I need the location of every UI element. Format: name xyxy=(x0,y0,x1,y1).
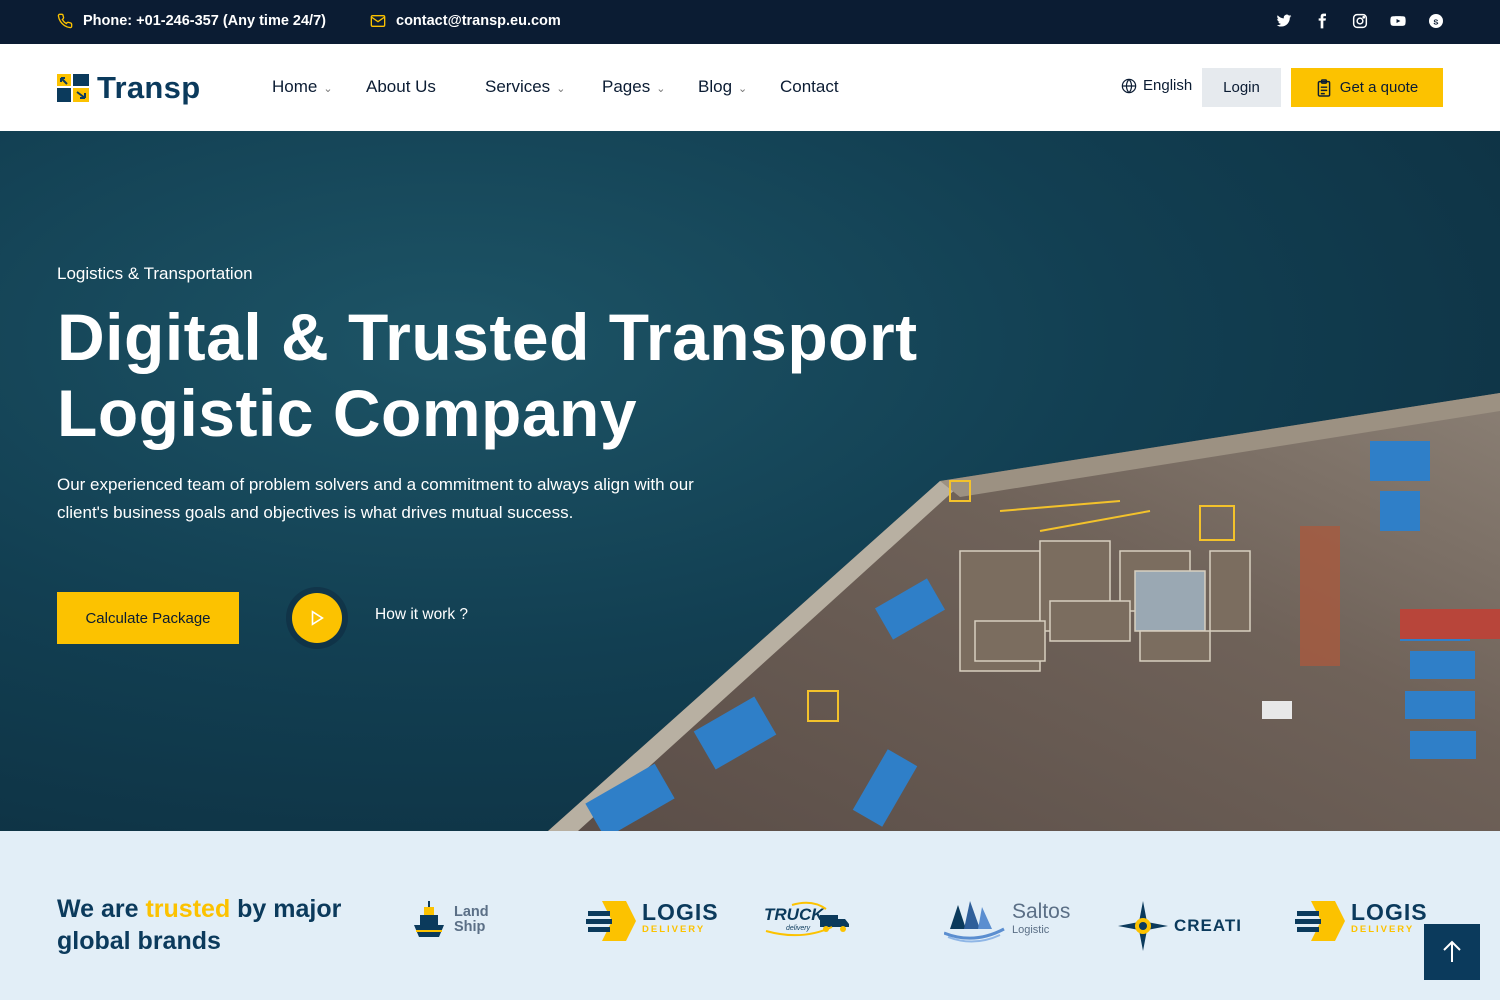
twitter-icon[interactable] xyxy=(1276,13,1292,29)
swoosh-icon xyxy=(765,901,833,937)
nav-label: Contact xyxy=(780,77,839,96)
top-contact-bar: Phone: +01-246-357 (Any time 24/7) conta… xyxy=(0,0,1500,44)
arrow-up-icon xyxy=(1443,940,1461,962)
trusted-brands-section: We are trusted by major global brands La… xyxy=(0,831,1500,1000)
facebook-icon[interactable] xyxy=(1314,13,1330,29)
get-quote-label: Get a quote xyxy=(1339,79,1419,96)
globe-icon xyxy=(1121,78,1137,93)
sail-icon xyxy=(944,901,1005,943)
hero-eyebrow: Logistics & Transportation xyxy=(57,264,253,283)
brands-title-pre: We are xyxy=(57,895,146,923)
calculate-package-button[interactable]: Calculate Package xyxy=(57,592,239,644)
hero-section: Logistics & Transportation Digital & Tru… xyxy=(0,131,1500,831)
mail-icon xyxy=(370,15,386,27)
logo-mark-icon xyxy=(57,74,89,102)
brand-name: Transp xyxy=(97,70,201,105)
phone-contact[interactable]: Phone: +01-246-357 (Any time 24/7) xyxy=(57,13,326,29)
how-it-works-link[interactable]: How it work ? xyxy=(375,606,468,624)
scroll-to-top-button[interactable] xyxy=(1424,924,1480,980)
brand-logo-saltos[interactable]: Saltos Logistic xyxy=(944,899,1070,943)
phone-text: Phone: +01-246-357 (Any time 24/7) xyxy=(83,13,326,29)
nav-item-blog[interactable]: Blog ⌄ xyxy=(698,77,747,97)
chevron-down-icon: ⌄ xyxy=(738,82,748,95)
brand-logo-creati[interactable]: CREATI xyxy=(1118,901,1242,951)
brand-logo[interactable]: Transp xyxy=(57,70,200,106)
nav-item-services[interactable]: Services ⌄ xyxy=(485,77,565,97)
language-label: English xyxy=(1143,77,1193,94)
brand-line2: DELIVERY xyxy=(642,924,706,935)
brand-line1: LOGIS xyxy=(1351,899,1428,925)
play-video-button[interactable] xyxy=(286,587,348,649)
brand-logo-logis-2[interactable]: LOGIS DELIVERY xyxy=(1295,899,1428,943)
hero-title-line1: Digital & Trusted Transport xyxy=(57,300,918,374)
hero-title-line2: Logistic Company xyxy=(57,376,638,450)
brand-line1: Saltos xyxy=(1012,900,1071,923)
nav-label: About Us xyxy=(366,77,436,96)
logis-icon xyxy=(1295,901,1345,941)
brand-line2: DELIVERY xyxy=(1351,924,1415,935)
logis-icon xyxy=(586,901,636,941)
nav-label: Services xyxy=(485,77,551,96)
chevron-down-icon: ⌄ xyxy=(656,82,666,95)
brand-logo-landship[interactable]: Land Ship xyxy=(410,899,489,941)
get-quote-button[interactable]: Get a quote xyxy=(1291,68,1443,107)
hero-desc-line1: Our experienced team of problem solvers … xyxy=(57,475,694,494)
brand-line1: CREATI xyxy=(1174,916,1243,935)
brand-line1: Land xyxy=(454,904,489,920)
login-button[interactable]: Login xyxy=(1202,68,1281,107)
nav-label: Home xyxy=(272,77,318,96)
phone-icon xyxy=(57,13,73,29)
nav-label: Pages xyxy=(602,77,651,96)
hero-title: Digital & Trusted Transport Logistic Com… xyxy=(57,299,1057,451)
brand-line2: Ship xyxy=(454,919,486,935)
email-text: contact@transp.eu.com xyxy=(396,13,561,29)
instagram-icon[interactable] xyxy=(1352,13,1368,29)
nav-item-home[interactable]: Home ⌄ xyxy=(272,77,333,97)
brands-title-highlight: trusted xyxy=(145,895,231,923)
nav-label: Blog xyxy=(698,77,733,96)
hero-desc-line2: client's business goals and objectives i… xyxy=(57,503,574,522)
youtube-icon[interactable] xyxy=(1390,13,1406,29)
language-selector[interactable]: English xyxy=(1121,77,1192,94)
ship-icon xyxy=(414,901,444,937)
chevron-down-icon: ⌄ xyxy=(556,82,566,95)
nav-item-about[interactable]: About Us xyxy=(366,77,436,97)
brand-logo-logis[interactable]: LOGIS DELIVERY xyxy=(586,899,719,943)
social-links xyxy=(1276,13,1444,29)
compass-icon xyxy=(1118,901,1168,951)
email-contact[interactable]: contact@transp.eu.com xyxy=(370,13,561,29)
chevron-down-icon: ⌄ xyxy=(323,82,333,95)
main-header: Transp Home ⌄ About Us Services ⌄ Pages … xyxy=(0,44,1500,131)
nav-item-contact[interactable]: Contact xyxy=(780,77,839,97)
brand-line2: Logistic xyxy=(1012,924,1050,936)
clipboard-icon xyxy=(1317,78,1331,97)
nav-item-pages[interactable]: Pages ⌄ xyxy=(602,77,665,97)
brand-logo-truck[interactable]: TRUCK delivery xyxy=(762,901,852,941)
play-icon xyxy=(292,593,342,643)
brand-line1: LOGIS xyxy=(642,899,719,925)
skype-icon[interactable] xyxy=(1428,13,1444,29)
hero-description: Our experienced team of problem solvers … xyxy=(57,471,757,527)
brands-title: We are trusted by major global brands xyxy=(57,893,377,957)
